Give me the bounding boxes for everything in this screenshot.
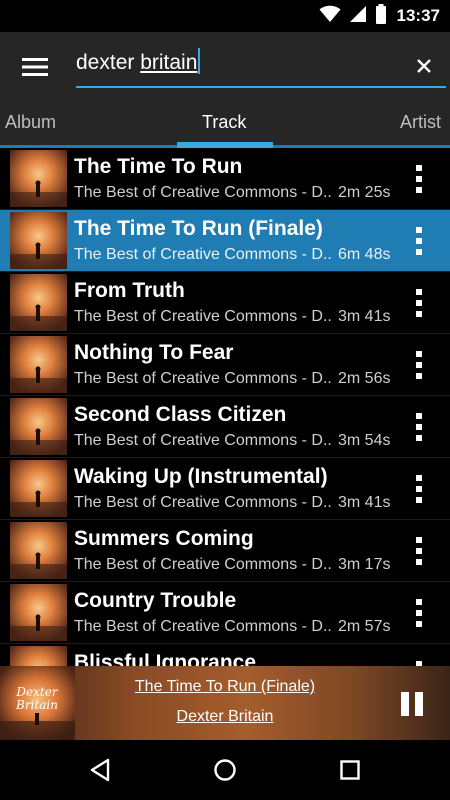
home-icon: [214, 759, 236, 781]
more-vertical-icon: [416, 413, 422, 441]
album-art-thumbnail: [10, 646, 67, 666]
track-overflow-menu-button[interactable]: [404, 656, 434, 666]
text-caret: [198, 48, 201, 74]
track-title: Summers Coming: [74, 527, 254, 550]
search-input-value: dexter britain: [76, 48, 201, 75]
track-album: The Best of Creative Commons - D..: [74, 370, 332, 387]
tab-track[interactable]: Track: [202, 112, 246, 133]
track-title: Nothing To Fear: [74, 341, 234, 364]
track-album: The Best of Creative Commons - D..: [74, 618, 332, 635]
track-row[interactable]: Nothing To Fear The Best of Creative Comm…: [0, 334, 450, 396]
track-overflow-menu-button[interactable]: [404, 284, 434, 322]
track-duration: 2m 25s: [338, 184, 391, 201]
track-duration: 3m 41s: [338, 494, 391, 511]
nav-recents-button[interactable]: [328, 750, 372, 790]
album-art-thumbnail: [10, 398, 67, 455]
track-title: From Truth: [74, 279, 185, 302]
battery-icon: [375, 3, 387, 29]
track-title: The Time To Run (Finale): [74, 217, 323, 240]
track-album: The Best of Creative Commons - D..: [74, 184, 332, 201]
track-duration: 2m 56s: [338, 370, 391, 387]
now-playing-bar[interactable]: Dexter Britain The Time To Run (Finale) …: [0, 666, 450, 740]
tab-artist[interactable]: Artist: [400, 112, 441, 133]
track-overflow-menu-button[interactable]: [404, 346, 434, 384]
close-icon: [417, 59, 431, 73]
more-vertical-icon: [416, 537, 422, 565]
track-overflow-menu-button[interactable]: [404, 532, 434, 570]
album-art-thumbnail: [10, 150, 67, 207]
album-art-thumbnail: [10, 584, 67, 641]
more-vertical-icon: [416, 227, 422, 255]
track-list[interactable]: The Time To Run The Best of Creative Comm…: [0, 148, 450, 666]
track-title: The Time To Run: [74, 155, 243, 178]
track-row[interactable]: The Time To Run (Finale) The Best of Crea…: [0, 210, 450, 272]
tab-album[interactable]: Album: [5, 112, 56, 133]
search-toolbar: dexter britain: [0, 32, 450, 102]
more-vertical-icon: [416, 351, 422, 379]
hamburger-menu-icon: [22, 58, 48, 76]
track-overflow-menu-button[interactable]: [404, 470, 434, 508]
album-art-thumbnail: [10, 336, 67, 393]
track-duration: 6m 48s: [338, 246, 391, 263]
wifi-icon: [319, 5, 341, 28]
track-row[interactable]: Blissful Ignorance: [0, 644, 450, 666]
now-playing-artist[interactable]: Dexter Britain: [75, 708, 375, 726]
track-duration: 3m 54s: [338, 432, 391, 449]
album-art-thumbnail: [10, 274, 67, 331]
album-art-thumbnail: [10, 460, 67, 517]
signal-icon: [349, 5, 367, 28]
menu-button[interactable]: [0, 32, 70, 102]
track-row[interactable]: From Truth The Best of Creative Commons -…: [0, 272, 450, 334]
clear-search-button[interactable]: [404, 46, 444, 86]
track-album: The Best of Creative Commons - D..: [74, 494, 332, 511]
track-album: The Best of Creative Commons - D..: [74, 246, 332, 263]
search-text-part: dexter: [76, 51, 141, 74]
track-album: The Best of Creative Commons - D..: [74, 432, 332, 449]
track-duration: 3m 17s: [338, 556, 391, 573]
track-row[interactable]: Waking Up (Instrumental) The Best of Crea…: [0, 458, 450, 520]
track-row[interactable]: Summers Coming The Best of Creative Commo…: [0, 520, 450, 582]
track-title: Blissful Ignorance: [74, 651, 257, 666]
search-text-suggestion: britain: [140, 51, 198, 74]
track-overflow-menu-button[interactable]: [404, 222, 434, 260]
album-art-thumbnail: [10, 522, 67, 579]
nav-back-button[interactable]: [78, 750, 122, 790]
more-vertical-icon: [416, 599, 422, 627]
navigation-bar: [0, 740, 450, 800]
track-title: Waking Up (Instrumental): [74, 465, 328, 488]
track-row[interactable]: The Time To Run The Best of Creative Comm…: [0, 148, 450, 210]
track-title: Second Class Citizen: [74, 403, 287, 426]
status-time: 13:37: [396, 6, 440, 25]
pause-icon: [401, 692, 423, 716]
track-overflow-menu-button[interactable]: [404, 408, 434, 446]
more-vertical-icon: [416, 289, 422, 317]
track-row[interactable]: Second Class Citizen The Best of Creative…: [0, 396, 450, 458]
back-icon: [90, 758, 110, 782]
nav-home-button[interactable]: [203, 750, 247, 790]
search-input[interactable]: dexter britain: [76, 44, 446, 88]
cover-text-line1: Dexter: [15, 685, 58, 699]
track-overflow-menu-button[interactable]: [404, 160, 434, 198]
cover-text-line2: Britain: [15, 698, 58, 712]
recents-icon: [340, 760, 360, 780]
track-duration: 3m 41s: [338, 308, 391, 325]
track-album: The Best of Creative Commons - D..: [74, 556, 332, 573]
track-album: The Best of Creative Commons - D..: [74, 308, 332, 325]
track-overflow-menu-button[interactable]: [404, 594, 434, 632]
more-vertical-icon: [416, 165, 422, 193]
track-duration: 2m 57s: [338, 618, 391, 635]
pause-button[interactable]: [392, 684, 432, 724]
status-bar: 13:37: [0, 0, 450, 32]
album-art-thumbnail: [10, 212, 67, 269]
now-playing-title[interactable]: The Time To Run (Finale): [75, 678, 375, 696]
now-playing-cover[interactable]: Dexter Britain: [0, 666, 75, 740]
track-row[interactable]: Country Trouble The Best of Creative Comm…: [0, 582, 450, 644]
tab-bar: Album Track Artist: [0, 102, 450, 148]
more-vertical-icon: [416, 475, 422, 503]
track-title: Country Trouble: [74, 589, 237, 612]
